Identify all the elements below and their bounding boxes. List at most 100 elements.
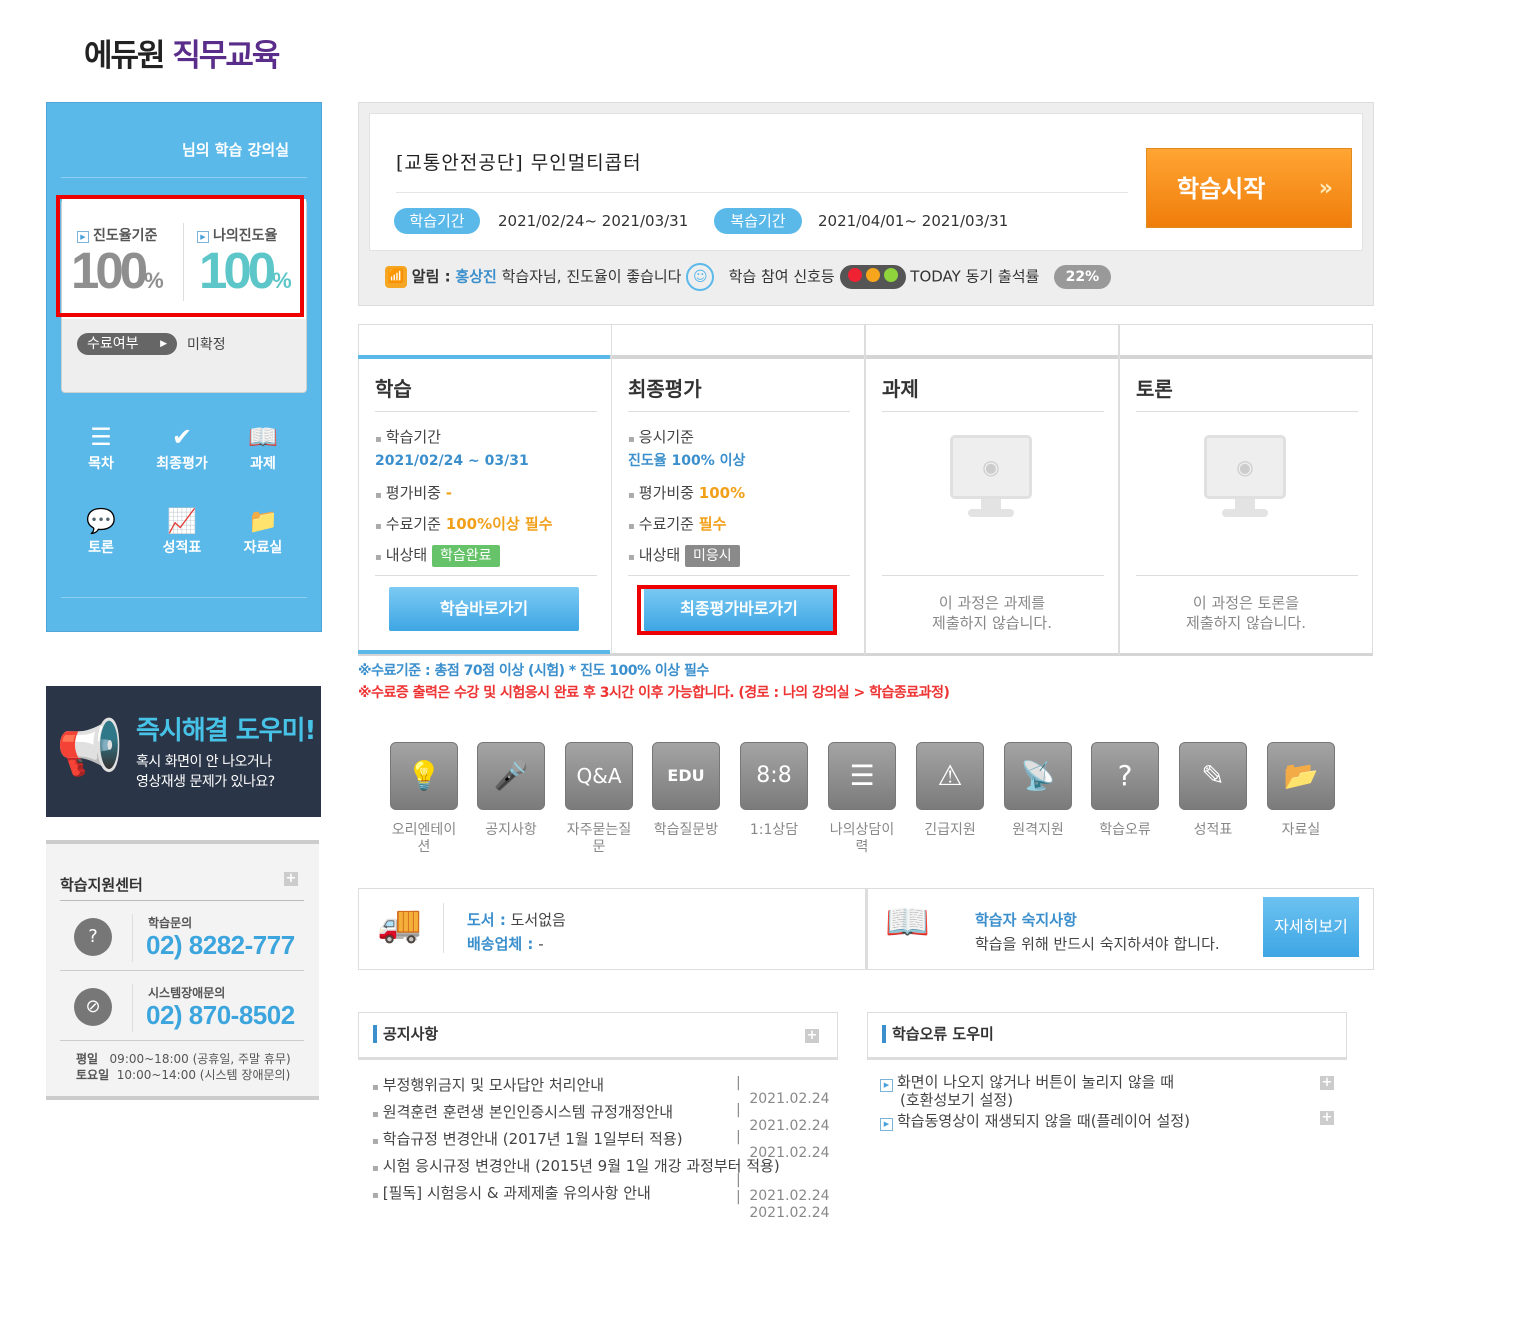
divider: [61, 597, 307, 598]
quick-orientation[interactable]: 💡 오리엔테이션: [381, 742, 467, 856]
folder-icon: 📁: [248, 507, 278, 535]
completion-status-button[interactable]: 수료여부 ▶: [77, 333, 177, 355]
divider: [396, 192, 1128, 193]
banner-subtitle: 혹시 화면이 안 나오거나 영상재생 문제가 있나요?: [136, 754, 275, 790]
active-column-indicator: [358, 355, 610, 359]
notice-board-title: 공지사항: [373, 1025, 438, 1043]
no-discussion-text: 이 과정은 토론을 제출하지 않습니다.: [1186, 594, 1306, 632]
error-helper-title: 학습오류 도우미: [882, 1025, 994, 1043]
divider: [60, 970, 304, 971]
column-title: 최종평가: [628, 377, 702, 401]
divider: [375, 411, 597, 412]
green-light-icon: [883, 268, 898, 282]
menu-discussion[interactable]: 💬 토론: [61, 505, 141, 557]
reading-person-icon: 📖: [885, 902, 930, 943]
notice-bar: 📶 알림 : 홍상진 학습자님, 진도율이 좋습니다 ☺ 학습 참여 신호등 T…: [385, 263, 1112, 291]
logo-text-primary: 에듀원: [84, 38, 166, 74]
phone-help-icon: ?: [74, 918, 112, 956]
system-inquiry-label: 시스템장애문의: [148, 986, 226, 1000]
saturday-hours: 토요일 10:00~14:00 (시스템 장애문의): [76, 1068, 291, 1082]
status-tag-not-taken: 미응시: [684, 545, 740, 567]
site-logo[interactable]: 에듀원 직무교육: [84, 30, 280, 75]
plus-icon[interactable]: +: [1320, 1076, 1334, 1090]
signal-label: 학습 참여 신호등: [728, 267, 835, 286]
weekday-hours: 평일 09:00~18:00 (공휴일, 주말 휴무): [76, 1052, 291, 1066]
view-details-button[interactable]: 자세히보기: [1263, 897, 1359, 957]
divider: [132, 914, 133, 962]
red-light-icon: [847, 268, 862, 282]
go-study-button[interactable]: 학습바로가기: [389, 587, 579, 631]
plus-icon[interactable]: +: [805, 1029, 819, 1043]
caret-right-icon: ▶: [160, 339, 167, 349]
list-item[interactable]: ▪ [필독] 시험응시 & 과제제출 유의사항 안내: [372, 1182, 651, 1203]
column-topbar: [866, 355, 1118, 359]
assignment-column: 과제 ◉ 이 과정은 과제를 제출하지 않습니다.: [865, 324, 1119, 656]
menu-final-exam[interactable]: ✔ 최종평가: [142, 421, 222, 473]
error-question-icon: ?: [1091, 742, 1159, 810]
learner-notice-title: 학습자 숙지사항: [975, 911, 1077, 929]
divider: [61, 177, 307, 178]
quick-qna-room[interactable]: EDU 학습질문방: [643, 742, 729, 839]
support-center: 학습지원센터 + ? 학습문의 02) 8282-777 ⊘ 시스템장애문의 0…: [46, 840, 319, 1100]
quick-grade-report[interactable]: ✎ 성적표: [1170, 742, 1256, 839]
list-item[interactable]: ▶ 학습동영상이 재생되지 않을 때(플레이어 설정): [880, 1110, 1190, 1131]
quick-one-to-one[interactable]: 8:8 1:1상담: [731, 742, 817, 839]
phone-error-icon: ⊘: [74, 988, 112, 1026]
one-to-one-icon: 8:8: [740, 742, 808, 810]
megaphone-icon: 📢: [56, 716, 124, 779]
divider: [865, 889, 868, 969]
satellite-icon: 📡: [1004, 742, 1072, 810]
support-title: 학습지원센터: [60, 876, 143, 894]
notice-board-header: 공지사항 +: [358, 1012, 838, 1060]
start-learning-button[interactable]: 학습시작»: [1146, 148, 1352, 228]
chat-icon: 💬: [86, 507, 116, 535]
list-item[interactable]: ▪ 원격훈련 훈련생 본인인증시스템 규정개정안내: [372, 1101, 673, 1122]
menu-toc[interactable]: ☰ 목차: [61, 421, 141, 473]
progress-highlight-box: [56, 195, 304, 317]
learner-name: 홍상진: [455, 267, 497, 286]
no-assignment-text: 이 과정은 과제를 제출하지 않습니다.: [932, 594, 1052, 632]
course-title: [교통안전공단] 무인멀티콥터: [396, 152, 642, 174]
book-icon: 📖: [248, 423, 278, 451]
divider: [882, 411, 1104, 412]
divider: [628, 411, 850, 412]
system-inquiry-phone: 02) 870-8502: [146, 1000, 295, 1030]
lightbulb-icon: 💡: [390, 742, 458, 810]
yellow-light-icon: [865, 268, 880, 282]
review-period-pill: 복습기간: [714, 208, 802, 234]
quick-learning-error[interactable]: ? 학습오류: [1082, 742, 1168, 839]
menu-grades[interactable]: 📈 성적표: [142, 505, 222, 557]
list-item[interactable]: ▶ 화면이 나오지 않거나 버튼이 눌리지 않을 때 (호환성보기 설정): [880, 1074, 1174, 1109]
chart-icon: 📈: [167, 507, 197, 535]
notice-label: 알림 :: [411, 267, 451, 286]
divider: [628, 575, 850, 576]
menu-resources[interactable]: 📁 자료실: [223, 505, 303, 557]
quick-history[interactable]: ☰ 나의상담이력: [819, 742, 905, 856]
quick-faq[interactable]: Q&A 자주묻는질문: [556, 742, 642, 856]
plus-icon[interactable]: +: [1320, 1111, 1334, 1125]
quick-remote-support[interactable]: 📡 원격지원: [995, 742, 1081, 839]
book-notice-row: 🚚 도서 : 도서없음 배송업체 : - 📖 학습자 숙지사항 학습을 위해 반…: [358, 888, 1374, 970]
help-banner[interactable]: 📢 즉시해결 도우미! 혹시 화면이 안 나오거나 영상재생 문제가 있나요?: [46, 686, 321, 817]
logo-text-secondary: 직무교육: [172, 38, 280, 74]
wifi-alert-icon: 📶: [385, 266, 407, 288]
history-list-icon: ☰: [828, 742, 896, 810]
list-item[interactable]: ▪ 학습규정 변경안내 (2017년 1월 1일부터 적용): [372, 1128, 683, 1149]
list-item[interactable]: ▪ 부정행위금지 및 모사답안 처리안내: [372, 1074, 604, 1095]
quick-resources[interactable]: 📂 자료실: [1258, 742, 1344, 839]
smile-icon: ☺: [686, 263, 715, 291]
menu-assignment[interactable]: 📖 과제: [223, 421, 303, 473]
completion-criteria-note: ※수료기준 : 총점 70점 이상 (시험) * 진도 100% 이상 필수: [358, 663, 709, 679]
upload-folder-icon: 📂: [1267, 742, 1335, 810]
learner-notice-text: 학습을 위해 반드시 숙지하셔야 합니다.: [975, 935, 1220, 953]
microphone-icon: 🎤: [477, 742, 545, 810]
study-period-pill: 학습기간: [394, 208, 480, 234]
banner-title: 즉시해결 도우미!: [136, 716, 316, 746]
review-period-dates: 2021/04/01~ 2021/03/31: [818, 212, 1009, 230]
quick-notice[interactable]: 🎤 공지사항: [468, 742, 554, 839]
play-icon: ▶: [880, 1079, 893, 1092]
quick-emergency[interactable]: ⚠ 긴급지원: [907, 742, 993, 839]
list-item[interactable]: ▪ 시험 응시규정 변경안내 (2015년 9월 1일 개강 과정부터 적용): [372, 1155, 780, 1176]
plus-icon[interactable]: +: [284, 872, 298, 886]
book-info: 도서 : 도서없음: [467, 911, 566, 929]
